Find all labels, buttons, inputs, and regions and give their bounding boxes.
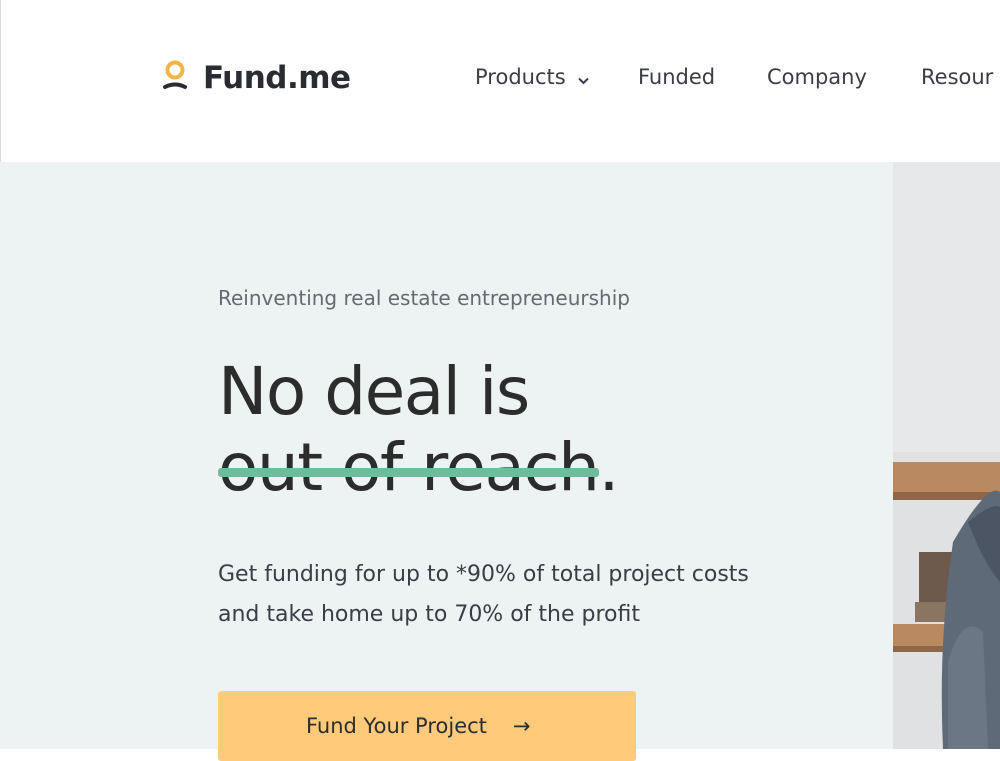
window-edge — [0, 0, 1, 162]
hero-photo — [893, 162, 1000, 749]
headline-line-2: out of reach . — [218, 430, 838, 506]
strikethrough-bar — [218, 468, 599, 477]
nav-item-resources[interactable]: Resour — [921, 60, 993, 94]
fund-your-project-button[interactable]: Fund Your Project → — [218, 691, 636, 761]
site-header: Fund.me Products Funded Company Resour — [0, 0, 1000, 162]
cta-label: Fund Your Project — [306, 714, 487, 738]
arrow-right-icon: → — [512, 714, 531, 738]
chevron-down-icon — [578, 61, 590, 95]
headline-line-1: No deal is — [218, 353, 530, 430]
headline-period: . — [598, 429, 620, 506]
brand-logo[interactable]: Fund.me — [162, 58, 351, 98]
person-logo-icon — [162, 60, 188, 96]
nav-item-funded[interactable]: Funded — [638, 60, 715, 94]
nav-item-products[interactable]: Products — [475, 60, 590, 95]
hero-headline: No deal is out of reach . — [218, 354, 838, 506]
struck-phrase: out of reach — [218, 430, 600, 506]
hero-subcopy: Get funding for up to *90% of total proj… — [218, 562, 749, 627]
brand-name: Fund.me — [203, 60, 351, 96]
nav-item-company[interactable]: Company — [767, 60, 867, 94]
hero-section: Reinventing real estate entrepreneurship… — [0, 162, 893, 761]
nav-item-label: Products — [475, 65, 566, 89]
hero-eyebrow: Reinventing real estate entrepreneurship — [218, 286, 630, 310]
